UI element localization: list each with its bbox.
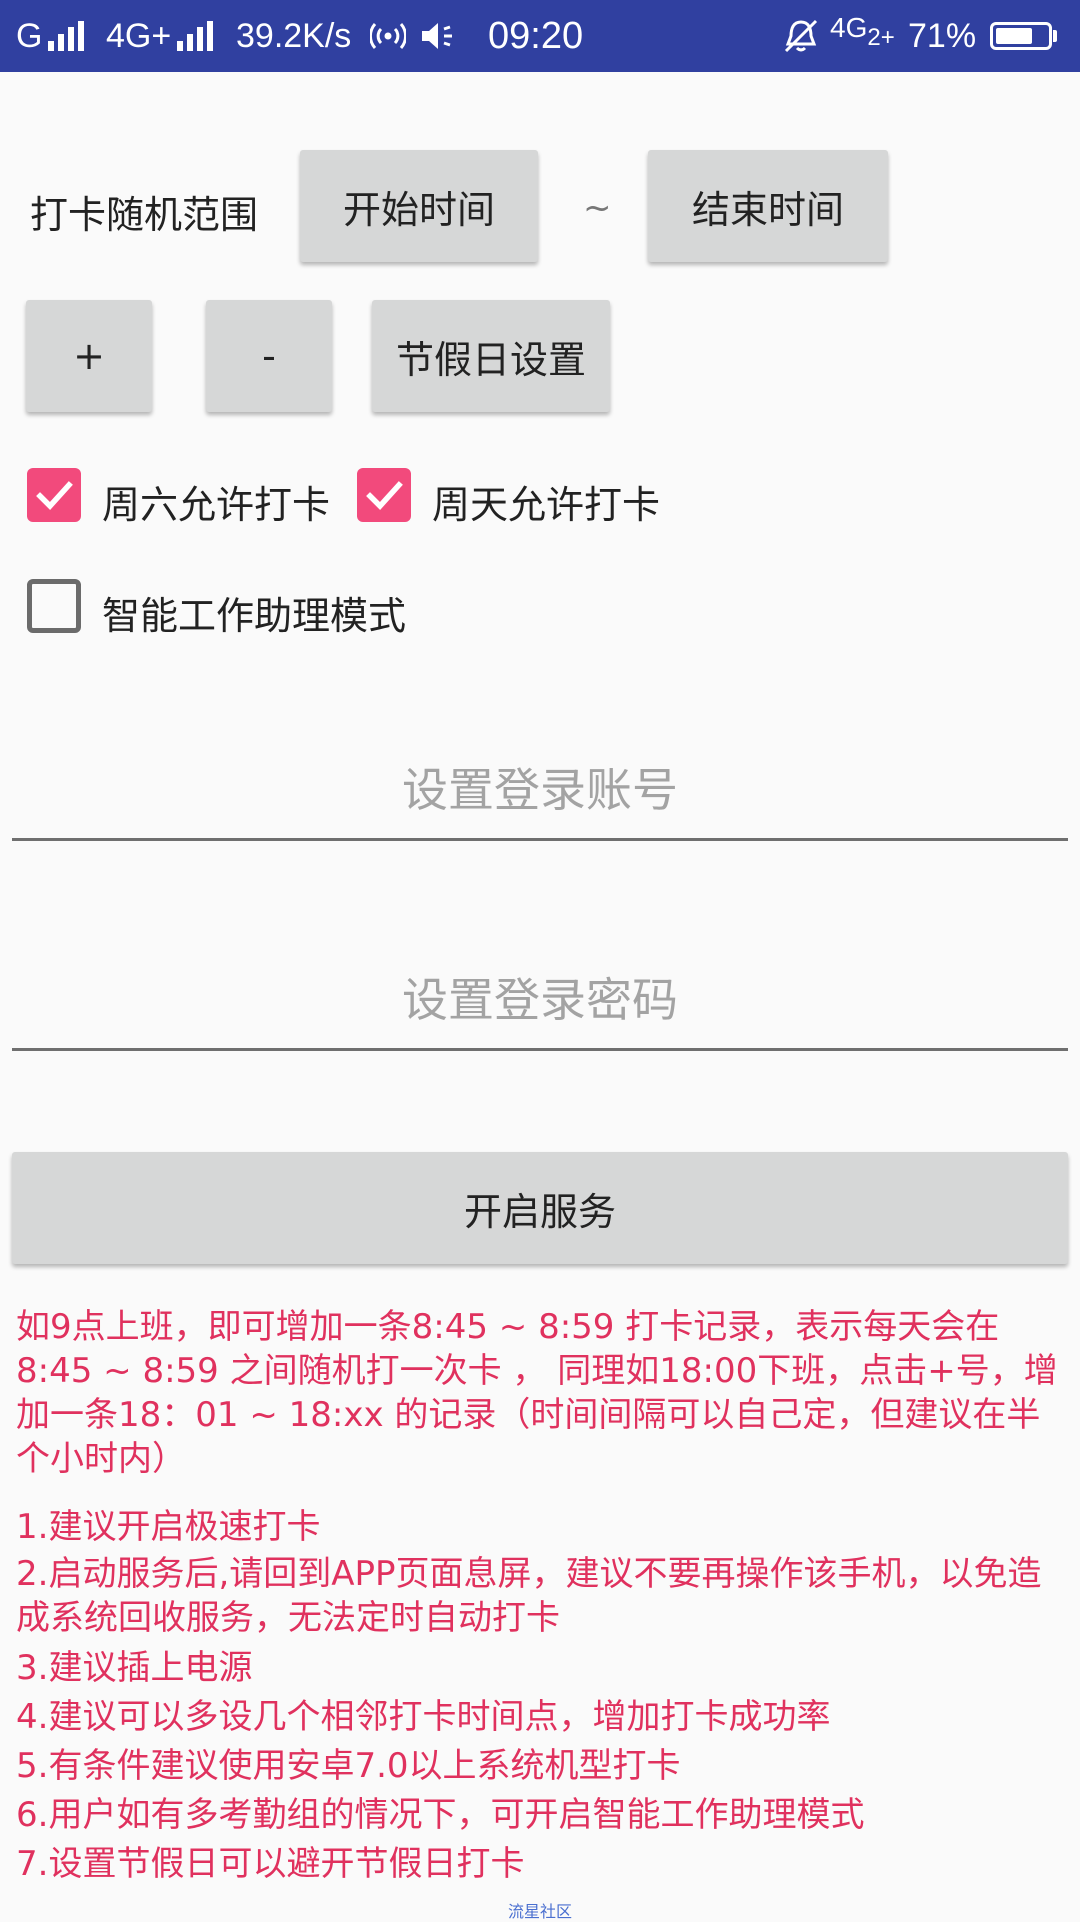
network-2-group: 4G 2+	[830, 0, 895, 72]
holiday-settings-button[interactable]: 节假日设置	[372, 300, 610, 412]
tip-item: 4.建议可以多设几个相邻打卡时间点，增加打卡成功率	[16, 1697, 831, 1737]
status-bar: G 4G+ 39.2K/s 09:20 4G 2+ 71%	[0, 0, 1080, 72]
end-time-button[interactable]: 结束时间	[648, 150, 888, 262]
sunday-checkbox[interactable]	[357, 468, 411, 522]
battery-percent: 71%	[908, 16, 977, 55]
battery-icon	[990, 0, 1057, 72]
instructions-text: 如9点上班，即可增加一条8:45 ~ 8:59 打卡记录，表示每天会在8:45 …	[16, 1305, 1066, 1481]
smart-mode-checkbox[interactable]	[27, 579, 81, 633]
tip-item: 7.设置节假日可以避开节假日打卡	[16, 1844, 525, 1884]
saturday-checkbox[interactable]	[27, 468, 81, 522]
watermark: 流星社区	[507, 1902, 572, 1921]
tip-item: 5.有条件建议使用安卓7.0以上系统机型打卡	[16, 1746, 681, 1786]
smart-mode-checkbox-label[interactable]: 智能工作助理模式	[102, 585, 406, 640]
saturday-checkbox-label[interactable]: 周六允许打卡	[102, 474, 330, 529]
range-label: 打卡随机范围	[30, 193, 259, 237]
sunday-checkbox-label[interactable]: 周天允许打卡	[432, 474, 660, 529]
start-service-button[interactable]: 开启服务	[12, 1152, 1068, 1264]
carrier-label: G	[16, 16, 43, 55]
network-type-label: 4G+	[106, 16, 172, 55]
signal-group-1: G	[16, 0, 85, 72]
intro-paragraph: 如9点上班，即可增加一条8:45 ~ 8:59 打卡记录，表示每天会在8:45 …	[16, 1307, 1058, 1479]
tip-item: 6.用户如有多考勤组的情况下，可开启智能工作助理模式	[16, 1795, 865, 1835]
clock: 09:20	[488, 14, 584, 57]
tip-item: 3.建议插上电源	[16, 1648, 253, 1688]
checkmark-icon	[36, 481, 73, 510]
sim-index: 2+	[867, 24, 895, 51]
range-separator: ~	[583, 188, 612, 228]
hotspot-icon	[370, 0, 406, 72]
tip-item: 1.建议开启极速打卡	[16, 1507, 321, 1547]
battery-level	[996, 28, 1032, 44]
net-speed: 39.2K/s	[236, 16, 352, 55]
remove-record-button[interactable]: -	[206, 300, 332, 412]
add-record-button[interactable]: +	[26, 300, 152, 412]
tip-item: 2.启动服务后,请回到APP页面息屏，建议不要再操作该手机，以免造成系统回收服务…	[16, 1554, 1042, 1638]
signal-icon	[48, 21, 85, 51]
signal-icon	[177, 21, 214, 51]
signal-group-2: 4G+	[106, 0, 214, 72]
start-time-button[interactable]: 开始时间	[300, 150, 538, 262]
volume-vibrate-icon	[420, 0, 460, 72]
account-input[interactable]	[12, 742, 1068, 841]
alarm-off-icon	[782, 0, 820, 72]
network-type-2: 4G	[830, 12, 868, 43]
checkmark-icon	[366, 481, 403, 510]
tips-list: 1.建议开启极速打卡 2.启动服务后,请回到APP页面息屏，建议不要再操作该手机…	[16, 1503, 1066, 1889]
password-input[interactable]	[12, 952, 1068, 1051]
